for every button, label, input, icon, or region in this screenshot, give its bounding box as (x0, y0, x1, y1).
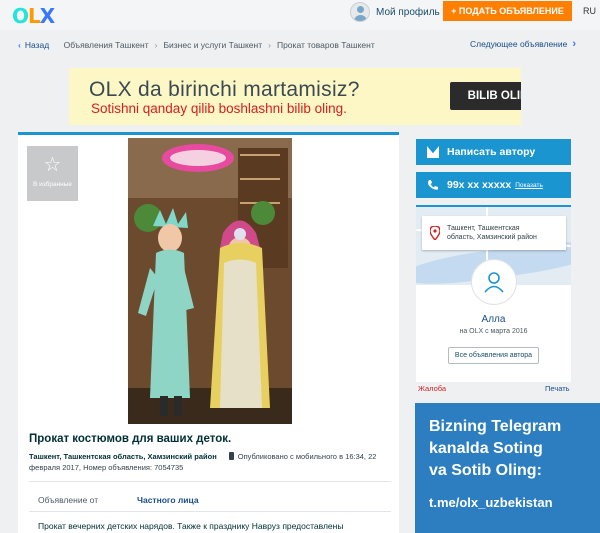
seller-location: Ташкент, Ташкентская область, Хамзинский… (447, 224, 537, 242)
ad-photo[interactable] (128, 138, 292, 424)
telegram-promo[interactable]: Bizning Telegram kanalda Soting va Sotib… (415, 403, 600, 533)
telegram-line-3: va Sotib Oling: (429, 462, 542, 479)
ad-published: Опубликовано с мобильного (237, 452, 337, 461)
breadcrumb-item-business[interactable]: Бизнес и услуги Ташкент (163, 40, 262, 50)
user-icon (484, 272, 504, 293)
message-author-button[interactable]: Написать автору (416, 139, 571, 165)
telegram-line-2: kanalda Soting (429, 440, 543, 457)
divider (29, 511, 391, 512)
chevron-right-icon: › (154, 40, 158, 50)
map-pin-icon (430, 226, 440, 240)
back-link[interactable]: Назад (25, 40, 49, 50)
breadcrumb-separator (55, 40, 57, 50)
telegram-link[interactable]: t.me/olx_uzbekistan (429, 495, 553, 510)
ad-description: Прокат вечерних детских нарядов. Также к… (38, 521, 344, 531)
report-link[interactable]: Жалоба (418, 384, 446, 393)
banner-title: OLX da birinchi martamisiz? (89, 78, 360, 101)
breadcrumb-item-tashkent[interactable]: Объявления Ташкент (64, 40, 149, 50)
chevron-right-icon: › (268, 40, 271, 50)
chevron-left-icon: ‹ (18, 40, 21, 50)
user-avatar-icon (350, 2, 370, 22)
breadcrumb-item-rental[interactable]: Прокат товаров Ташкент (277, 40, 375, 50)
favorites-label: В избранные (32, 181, 73, 188)
star-icon: ☆ (43, 154, 62, 176)
all-author-ads-button[interactable]: Все объявления автора (448, 347, 539, 364)
next-ad-label: Следующее объявление (470, 39, 568, 49)
print-link[interactable]: Печать (545, 384, 570, 393)
param-label: Объявление от (38, 495, 99, 505)
logo-letter-x: X (39, 4, 55, 28)
ad-location[interactable]: Ташкент, Ташкентская область, Хамзинский… (29, 452, 217, 461)
seller-name[interactable]: Алла (416, 314, 571, 325)
banner-subtitle: Sotishni qanday qilib boshlashni bilib o… (91, 101, 347, 116)
banner-cta-button[interactable]: BILIB OLING (450, 82, 521, 110)
my-profile-label: Мой профиль (376, 6, 440, 18)
show-phone-button[interactable]: 99x xx xxxxx Показать (416, 172, 571, 198)
post-ad-button[interactable]: + ПОДАТЬ ОБЪЯВЛЕНИЕ (443, 1, 572, 21)
telegram-line-1: Bizning Telegram (429, 418, 562, 435)
language-switch[interactable]: RU (583, 6, 596, 16)
seller-location-line: область, Хамзинский район (447, 234, 537, 241)
param-value-link[interactable]: Частного лица (137, 495, 199, 505)
add-to-favorites-button[interactable]: ☆ В избранные (27, 146, 78, 201)
phone-icon (428, 180, 438, 190)
message-author-label: Написать автору (447, 146, 536, 158)
my-profile-link[interactable]: Мой профиль (350, 2, 440, 22)
seller-card: Ташкент, Ташкентская область, Хамзинский… (416, 205, 571, 382)
divider (29, 481, 391, 482)
location-box: Ташкент, Ташкентская область, Хамзинский… (422, 216, 566, 250)
post-ad-label: + ПОДАТЬ ОБЪЯВЛЕНИЕ (451, 6, 564, 16)
ad-title: Прокат костюмов для ваших деток. (29, 433, 232, 445)
promo-banner[interactable]: OLX da birinchi martamisiz? Sotishni qan… (69, 68, 521, 125)
logo-letter-o: O (12, 4, 29, 28)
logo-letter-l: L (28, 4, 41, 28)
seller-since: на OLX с марта 2016 (459, 328, 528, 335)
phone-number: 99x xx xxxxx (447, 179, 512, 191)
chevron-right-icon: › (572, 38, 577, 50)
ad-card: ☆ В избранные Прокат костюмов для ваших … (18, 132, 399, 533)
seller-location-line: Ташкент, Ташкентская (447, 225, 520, 232)
ad-meta: Ташкент, Ташкентская область, Хамзинский… (29, 451, 391, 473)
costume-photo-illustration (128, 138, 292, 424)
seller-avatar[interactable] (471, 259, 517, 305)
next-ad-link[interactable]: Следующее объявление › (470, 38, 576, 50)
show-phone-link[interactable]: Показать (515, 182, 543, 189)
envelope-icon (427, 146, 439, 158)
top-bar: OLX Мой профиль + ПОДАТЬ ОБЪЯВЛЕНИЕ RU (0, 0, 600, 30)
olx-logo[interactable]: OLX (12, 4, 55, 28)
mobile-icon (228, 452, 234, 460)
ad-number: Номер объявления: 7054735 (83, 463, 184, 472)
